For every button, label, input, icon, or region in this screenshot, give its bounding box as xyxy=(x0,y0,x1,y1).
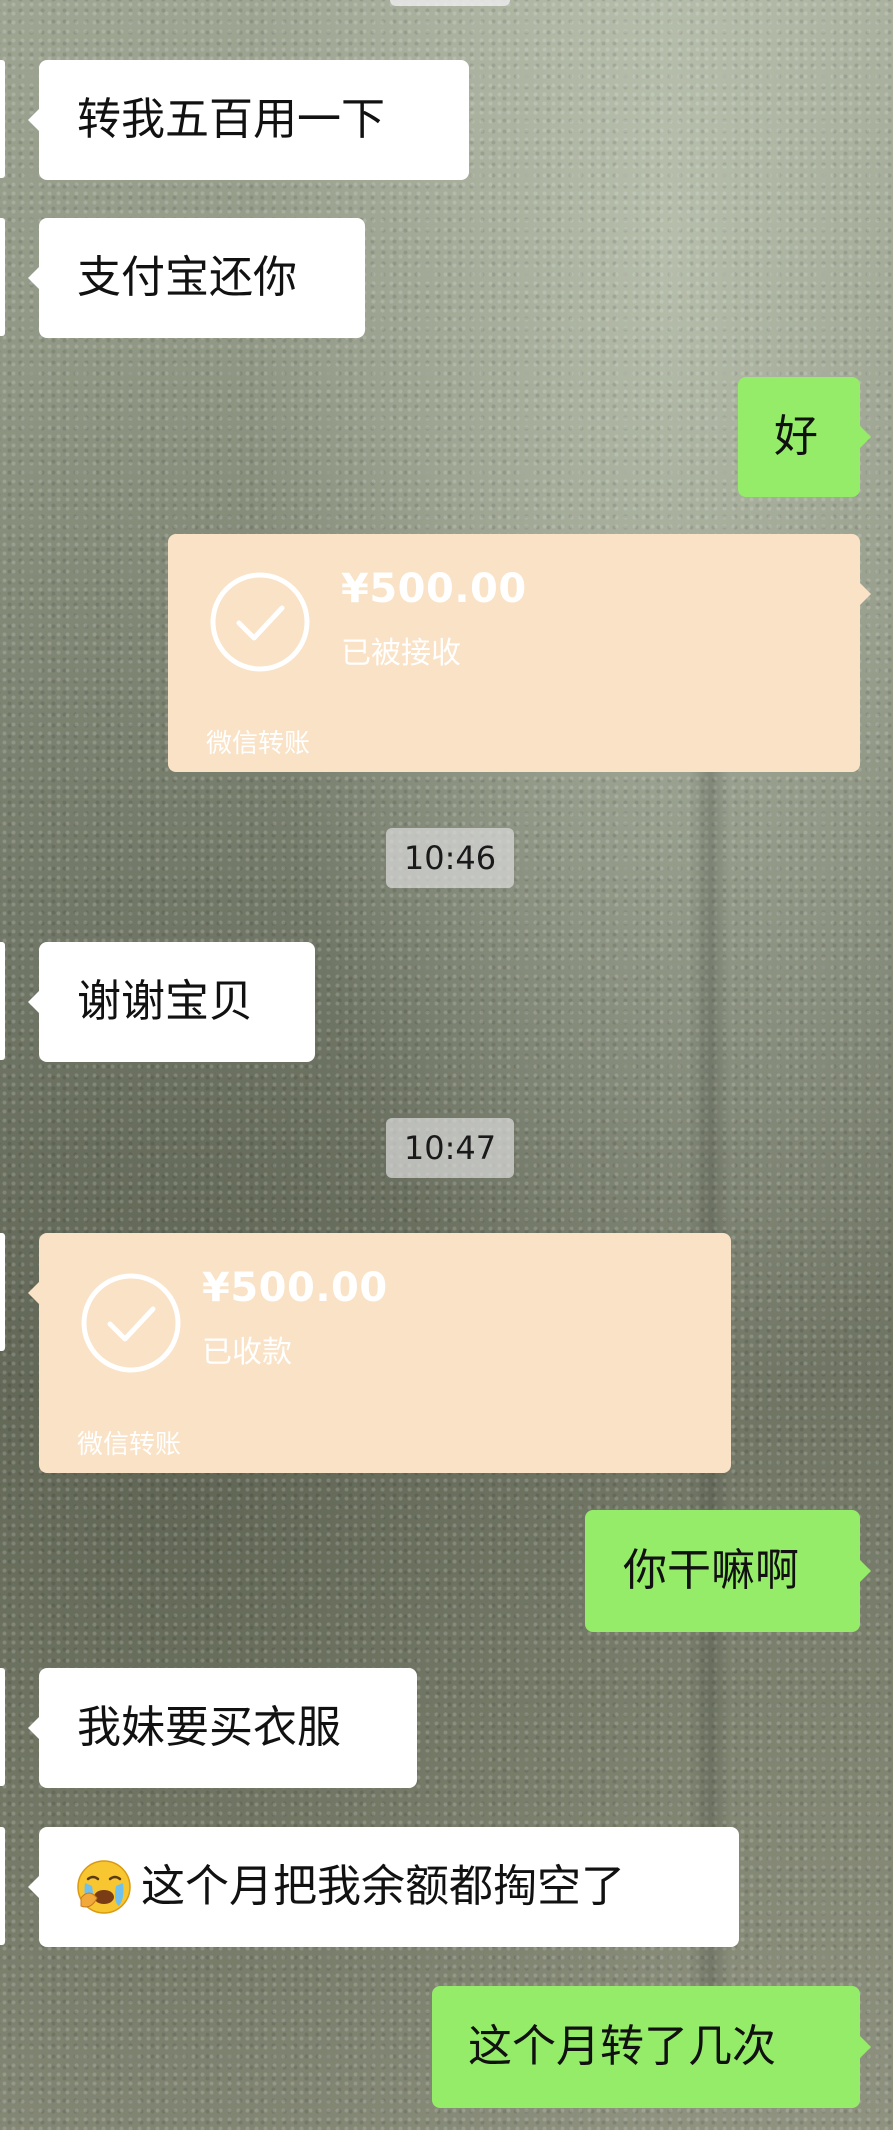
transfer-card[interactable]: ¥500.00 已被接收 微信转账 xyxy=(168,534,871,772)
transfer-amount: ¥500.00 xyxy=(202,1265,388,1311)
avatar-edge xyxy=(0,1827,5,1945)
transfer-card[interactable]: ¥500.00 已收款 微信转账 xyxy=(28,1233,731,1473)
transfer-status: 已收款 xyxy=(202,1335,292,1370)
avatar-edge xyxy=(0,1233,5,1351)
avatar-edge xyxy=(0,218,5,336)
timestamp-text: 10:46 xyxy=(403,839,497,877)
message-text: 这个月把我余额都掏空了 xyxy=(141,1861,625,1912)
transfer-status: 已被接收 xyxy=(341,636,461,671)
message-text: 转我五百用一下 xyxy=(77,94,385,145)
message-text: 谢谢宝贝 xyxy=(77,976,253,1027)
crying-face-icon xyxy=(77,1860,131,1914)
message-bubble[interactable]: 我妹要买衣服 xyxy=(28,1668,417,1788)
message-bubble[interactable]: 支付宝还你 xyxy=(28,218,365,338)
check-circle-icon xyxy=(210,572,310,672)
timestamp-text: 10:47 xyxy=(403,1129,497,1167)
transfer-amount: ¥500.00 xyxy=(341,566,527,612)
timestamp-chip: 10:47 xyxy=(386,1118,514,1178)
message-bubble[interactable]: 好 xyxy=(738,377,871,497)
transfer-label: 微信转账 xyxy=(77,1430,182,1460)
message-bubble[interactable]: 你干嘛啊 xyxy=(585,1510,871,1632)
transfer-label: 微信转账 xyxy=(206,729,311,759)
message-text: 这个月转了几次 xyxy=(468,2021,776,2072)
avatar-edge xyxy=(0,60,5,178)
message-text: 我妹要买衣服 xyxy=(77,1702,341,1753)
message-bubble[interactable]: 谢谢宝贝 xyxy=(28,942,315,1062)
cropped-timestamp-fragment xyxy=(390,0,510,6)
message-text: 支付宝还你 xyxy=(77,252,297,303)
message-text: 好 xyxy=(774,411,818,462)
timestamp-chip: 10:46 xyxy=(386,828,514,888)
message-bubble[interactable]: 转我五百用一下 xyxy=(28,60,469,180)
message-bubble[interactable]: 这个月把我余额都掏空了 xyxy=(28,1827,739,1947)
message-text: 你干嘛啊 xyxy=(623,1545,799,1596)
message-bubble[interactable]: 这个月转了几次 xyxy=(432,1986,871,2108)
avatar-edge xyxy=(0,1668,5,1786)
check-circle-icon xyxy=(81,1273,181,1373)
avatar-edge xyxy=(0,942,5,1060)
